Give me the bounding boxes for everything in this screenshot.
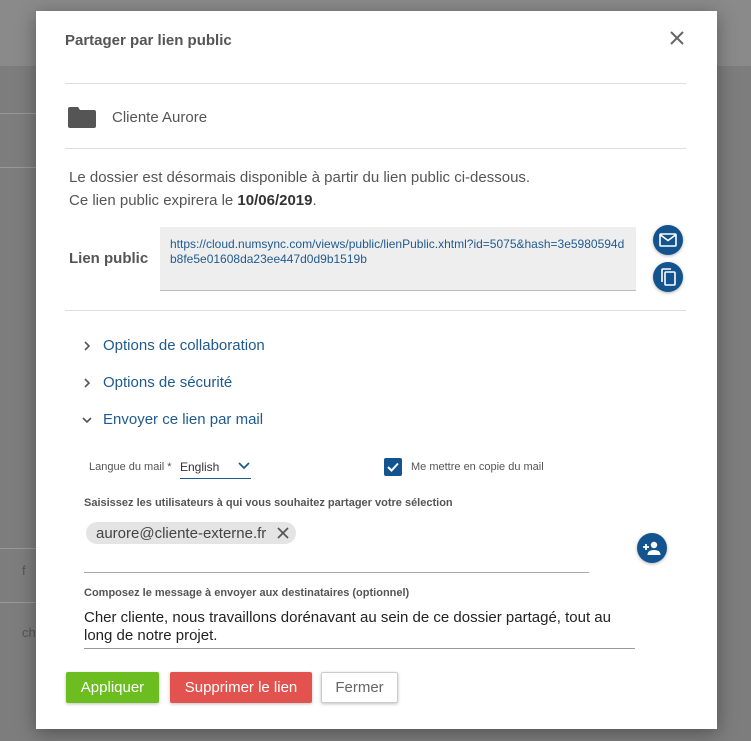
mail-language-select[interactable]: English	[180, 457, 251, 479]
divider	[65, 310, 686, 311]
background-divider	[0, 167, 36, 168]
accordion-label: Envoyer ce lien par mail	[103, 411, 264, 428]
share-dialog: Partager par lien public Cliente Aurore …	[36, 11, 717, 729]
mail-language-value: English	[180, 460, 220, 474]
delete-link-button[interactable]: Supprimer le lien	[170, 672, 312, 703]
public-link-field[interactable]: https://cloud.numsync.com/views/public/l…	[160, 227, 636, 291]
add-user-icon	[643, 541, 661, 555]
background-divider	[0, 548, 36, 549]
required-mark: *	[167, 461, 172, 473]
recipient-email: aurore@cliente-externe.fr	[96, 524, 267, 542]
chevron-right-icon	[84, 340, 91, 351]
add-user-button[interactable]	[637, 533, 667, 563]
background-divider	[0, 602, 36, 603]
folder-name: Cliente Aurore	[112, 109, 208, 126]
expiry-text: Ce lien public expirera le 10/06/2019.	[69, 192, 317, 209]
chevron-right-icon	[84, 377, 91, 388]
dialog-title: Partager par lien public	[65, 32, 232, 49]
mail-language-label: Langue du mail *	[89, 461, 172, 473]
chevron-down-icon	[82, 416, 92, 423]
copy-icon	[661, 268, 676, 286]
expiry-prefix: Ce lien public expirera le	[69, 192, 238, 209]
users-label: Saisissez les utilisateurs à qui vous so…	[84, 497, 453, 509]
accordion-label: Options de sécurité	[103, 374, 233, 391]
background-text: ch	[22, 625, 36, 640]
users-input[interactable]	[84, 572, 589, 573]
divider	[65, 83, 686, 84]
accordion-label: Options de collaboration	[103, 337, 265, 354]
close-button[interactable]	[666, 27, 688, 49]
mail-language-label-text: Langue du mail	[89, 461, 165, 473]
send-mail-button[interactable]	[653, 225, 683, 255]
divider	[65, 148, 686, 149]
public-link-label: Lien public	[69, 250, 149, 267]
recipient-chip: aurore@cliente-externe.fr	[86, 522, 297, 544]
accordion-collaboration-options[interactable]: Options de collaboration	[80, 337, 265, 354]
background-text: f	[22, 563, 26, 578]
copy-me-label: Me mettre en copie du mail	[411, 461, 544, 473]
chevron-down-icon	[238, 462, 250, 470]
availability-text: Le dossier est désormais disponible à pa…	[69, 169, 531, 186]
accordion-security-options[interactable]: Options de sécurité	[80, 374, 232, 391]
apply-button[interactable]: Appliquer	[66, 672, 159, 703]
message-textarea[interactable]: Cher cliente, nous travaillons dorénavan…	[84, 609, 635, 649]
check-icon	[387, 462, 399, 472]
expiry-suffix: .	[312, 192, 317, 209]
mail-icon	[659, 233, 677, 247]
accordion-send-by-mail[interactable]: Envoyer ce lien par mail	[80, 411, 263, 428]
close-icon	[670, 31, 684, 45]
folder-icon	[68, 107, 96, 128]
background-divider	[0, 113, 36, 114]
message-label: Composez le message à envoyer aux destin…	[84, 587, 410, 599]
copy-link-button[interactable]	[653, 262, 683, 292]
expiry-date: 10/06/2019	[237, 192, 313, 209]
close-icon[interactable]	[276, 526, 290, 540]
copy-me-checkbox[interactable]	[384, 458, 402, 476]
close-dialog-button[interactable]: Fermer	[321, 672, 398, 703]
